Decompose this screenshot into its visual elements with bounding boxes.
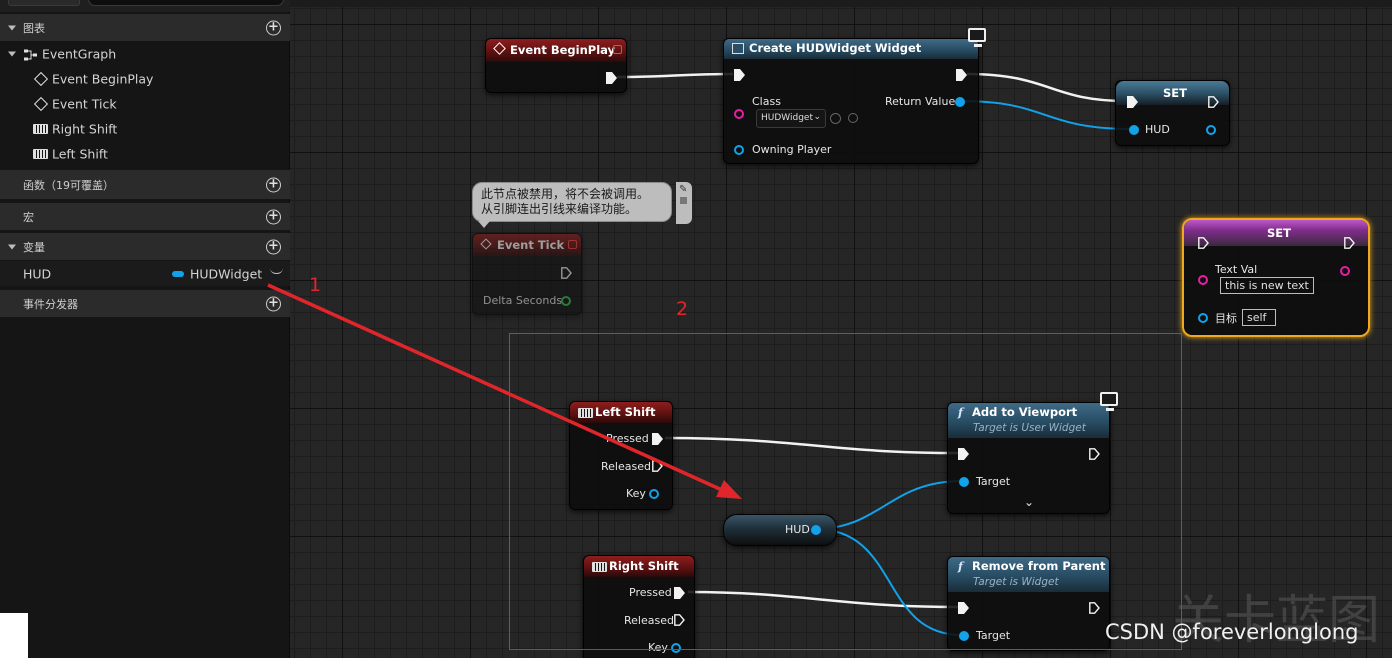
annotation-arrow	[267, 283, 742, 499]
csdn-watermark: CSDN @foreverlonglong	[1105, 620, 1359, 644]
